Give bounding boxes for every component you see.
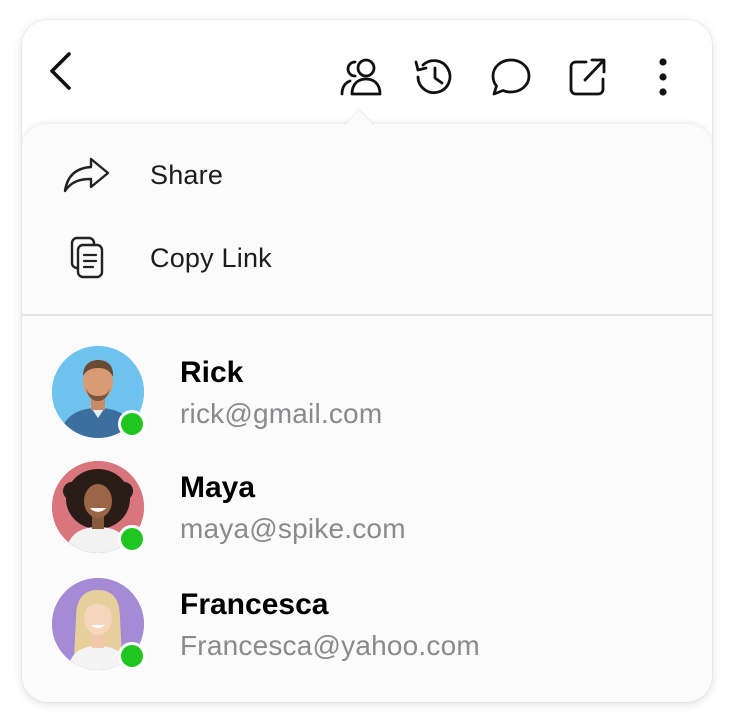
copy-document-icon bbox=[60, 231, 114, 285]
contact-row-maya[interactable]: Maya maya@spike.com bbox=[22, 457, 712, 561]
contact-email: Francesca@yahoo.com bbox=[180, 630, 480, 661]
history-icon[interactable] bbox=[408, 52, 458, 102]
contact-email: rick@gmail.com bbox=[180, 398, 383, 429]
online-status-dot bbox=[118, 642, 146, 670]
share-arrow-icon bbox=[60, 148, 114, 202]
contact-name: Maya bbox=[180, 471, 256, 504]
contact-row-francesca[interactable]: Francesca Francesca@yahoo.com bbox=[22, 574, 712, 678]
share-panel: Share Copy Link Rick rick@gmail.com Maya… bbox=[22, 124, 712, 702]
contact-row-rick[interactable]: Rick rick@gmail.com bbox=[22, 342, 712, 446]
back-arrow-icon[interactable] bbox=[36, 46, 86, 96]
contact-name: Francesca bbox=[180, 588, 329, 621]
popover-caret bbox=[344, 108, 374, 126]
section-divider bbox=[22, 314, 712, 316]
more-vertical-icon[interactable] bbox=[638, 52, 688, 102]
menu-label-copy-link: Copy Link bbox=[150, 242, 272, 273]
online-status-dot bbox=[118, 525, 146, 553]
contact-name: Rick bbox=[180, 356, 244, 389]
online-status-dot bbox=[118, 410, 146, 438]
comment-icon[interactable] bbox=[486, 52, 536, 102]
people-icon[interactable] bbox=[336, 52, 386, 102]
contact-email: maya@spike.com bbox=[180, 513, 406, 544]
menu-item-copy-link[interactable]: Copy Link bbox=[22, 223, 712, 293]
open-external-icon[interactable] bbox=[562, 52, 612, 102]
menu-label-share: Share bbox=[150, 159, 224, 190]
menu-item-share[interactable]: Share bbox=[22, 140, 712, 210]
share-popover-card: Share Copy Link Rick rick@gmail.com Maya… bbox=[22, 20, 712, 702]
